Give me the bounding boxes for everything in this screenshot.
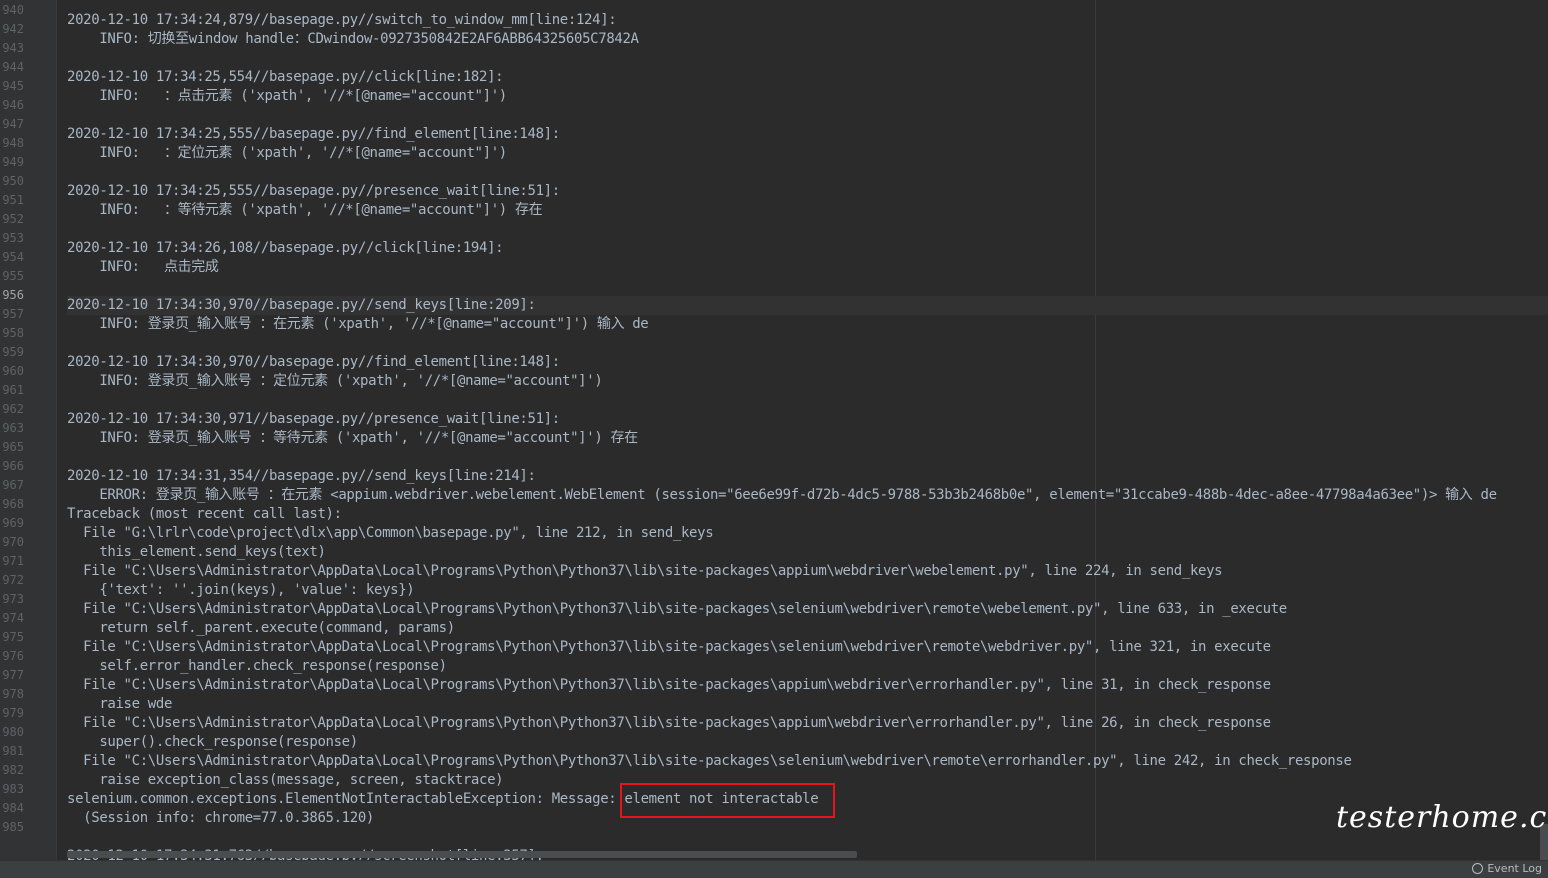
line-number: 975 [2, 630, 24, 644]
event-log-button[interactable]: Event Log [1472, 862, 1542, 875]
event-log-label: Event Log [1487, 862, 1542, 875]
line-number: 951 [2, 193, 24, 207]
line-number: 942 [2, 22, 24, 36]
line-number: 961 [2, 383, 24, 397]
line-number: 983 [2, 782, 24, 796]
line-number: 955 [2, 269, 24, 283]
log-line: 2020-12-10 17:34:30,971//basepage.py//pr… [67, 411, 560, 427]
line-number: 965 [2, 440, 24, 454]
log-line: INFO: 登录页_输入账号 ：定位元素 ('xpath', '//*[@nam… [67, 373, 603, 389]
line-number: 980 [2, 725, 24, 739]
line-number: 981 [2, 744, 24, 758]
line-number: 978 [2, 687, 24, 701]
log-line: INFO: ：点击元素 ('xpath', '//*[@name="accoun… [67, 88, 507, 104]
log-line: Traceback (most recent call last): [67, 506, 342, 522]
line-number-gutter: 940 942 943 944 945 946 947 948 949 950 951 952 953 9… [0, 0, 57, 860]
watermark-logo: testerhome.com [1336, 800, 1548, 835]
line-number: 971 [2, 554, 24, 568]
log-line: File "C:\Users\Administrator\AppData\Loc… [67, 639, 1271, 655]
line-number: 953 [2, 231, 24, 245]
log-line: 2020-12-10 17:34:25,555//basepage.py//fi… [67, 126, 560, 142]
line-number: 967 [2, 478, 24, 492]
line-number: 958 [2, 326, 24, 340]
line-number: 968 [2, 497, 24, 511]
line-number: 956 [2, 288, 24, 302]
line-number: 943 [2, 41, 24, 55]
log-line: INFO: 点击完成 [67, 259, 219, 275]
log-line: File "C:\Users\Administrator\AppData\Loc… [67, 677, 1271, 693]
line-number: 963 [2, 421, 24, 435]
line-number: 947 [2, 117, 24, 131]
log-line: INFO: ：等待元素 ('xpath', '//*[@name="accoun… [67, 202, 543, 218]
log-line: INFO: 切换至window handle：CDwindow-09273508… [67, 31, 639, 47]
log-line: INFO: 登录页_输入账号 ：在元素 ('xpath', '//*[@name… [67, 316, 649, 332]
line-number: 940 [2, 3, 24, 17]
log-line: 2020-12-10 17:34:31,354//basepage.py//se… [67, 468, 536, 484]
log-line: 2020-12-10 17:34:24,879//basepage.py//sw… [67, 12, 617, 28]
line-number: 976 [2, 649, 24, 663]
line-number: 984 [2, 801, 24, 815]
line-number: 954 [2, 250, 24, 264]
horizontal-scrollbar[interactable] [67, 851, 857, 858]
status-bar: Event Log [0, 860, 1548, 878]
line-number: 950 [2, 174, 24, 188]
line-number: 948 [2, 136, 24, 150]
log-line: 2020-12-10 17:34:25,554//basepage.py//cl… [67, 69, 504, 85]
line-number: 944 [2, 60, 24, 74]
line-number: 949 [2, 155, 24, 169]
line-number: 960 [2, 364, 24, 378]
line-number: 952 [2, 212, 24, 226]
log-line: return self._parent.execute(command, par… [67, 620, 455, 636]
log-line: File "G:\lrlr\code\project\dlx\app\Commo… [67, 525, 714, 541]
line-number: 973 [2, 592, 24, 606]
log-line: INFO: 登录页_输入账号 ：等待元素 ('xpath', '//*[@nam… [67, 430, 638, 446]
log-editor[interactable]: 2020-12-10 17:34:24,879//basepage.py//sw… [67, 0, 1548, 864]
log-line: 2020-12-10 17:34:30,970//basepage.py//fi… [67, 354, 560, 370]
line-number: 970 [2, 535, 24, 549]
line-number: 962 [2, 402, 24, 416]
log-line: ERROR: 登录页_输入账号 ：在元素 <appium.webdriver.w… [67, 487, 1497, 503]
line-number: 969 [2, 516, 24, 530]
log-line: raise wde [67, 696, 173, 712]
line-number: 974 [2, 611, 24, 625]
line-number: 945 [2, 79, 24, 93]
line-number: 966 [2, 459, 24, 473]
line-number: 959 [2, 345, 24, 359]
line-number: 957 [2, 307, 24, 321]
log-line: 2020-12-10 17:34:26,108//basepage.py//cl… [67, 240, 504, 256]
log-line: INFO: ：定位元素 ('xpath', '//*[@name="accoun… [67, 145, 507, 161]
line-number: 946 [2, 98, 24, 112]
log-line: super().check_response(response) [67, 734, 358, 750]
log-line: 2020-12-10 17:34:25,555//basepage.py//pr… [67, 183, 560, 199]
line-number: 972 [2, 573, 24, 587]
line-number: 979 [2, 706, 24, 720]
log-line: File "C:\Users\Administrator\AppData\Loc… [67, 601, 1287, 617]
log-line: self.error_handler.check_response(respon… [67, 658, 447, 674]
log-line: File "C:\Users\Administrator\AppData\Loc… [67, 563, 1223, 579]
log-line: File "C:\Users\Administrator\AppData\Loc… [67, 753, 1352, 769]
error-highlight-box [620, 783, 835, 818]
log-line: this_element.send_keys(text) [67, 544, 326, 560]
log-line: {'text': ''.join(keys), 'value': keys}) [67, 582, 415, 598]
line-number: 977 [2, 668, 24, 682]
event-log-icon [1472, 863, 1484, 874]
log-line: File "C:\Users\Administrator\AppData\Loc… [67, 715, 1271, 731]
line-number: 982 [2, 763, 24, 777]
log-line: 2020-12-10 17:34:30,970//basepage.py//se… [67, 296, 1548, 315]
line-number: 985 [2, 820, 24, 834]
